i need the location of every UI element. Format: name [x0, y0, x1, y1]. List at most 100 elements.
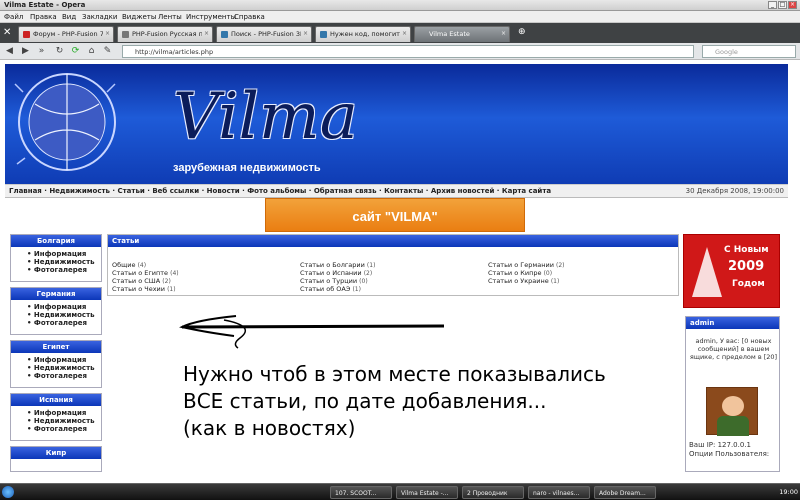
link-info[interactable]: Информация	[27, 303, 101, 311]
start-button[interactable]	[2, 486, 14, 498]
article-category[interactable]: Статьи о США (2)	[112, 277, 171, 285]
box-title[interactable]: Болгария	[11, 235, 101, 247]
link-gallery[interactable]: Фотогалерея	[27, 266, 101, 274]
menu-view[interactable]: Вид	[62, 13, 76, 21]
globe-logo-icon	[14, 73, 116, 171]
article-category[interactable]: Статьи о Испании (2)	[300, 269, 372, 277]
new-year-line1: С Новым	[724, 245, 769, 255]
annotation-line2: ВСЕ статьи, по дате добавления...	[183, 389, 547, 413]
christmas-tree-icon	[692, 247, 722, 297]
favicon-icon	[221, 31, 228, 38]
favicon-icon	[122, 31, 129, 38]
site-date: 30 Декабря 2008, 19:00:00	[685, 187, 784, 195]
menu-feeds[interactable]: Ленты	[158, 13, 182, 21]
link-realty[interactable]: Недвижимость	[27, 258, 101, 266]
article-category[interactable]: Статьи о Украине (1)	[488, 277, 559, 285]
menu-widgets[interactable]: Виджеты	[122, 13, 156, 21]
taskbar-item[interactable]: 2 Проводник	[462, 486, 524, 499]
address-bar: ◀ ▶ » ↻ ⟳ ⌂ ✎ http://vilma/articles.php …	[0, 43, 800, 60]
tools-icon[interactable]: ✕	[3, 27, 14, 38]
article-category[interactable]: Статьи о Турции (0)	[300, 277, 368, 285]
articles-title: Статьи	[108, 235, 678, 247]
article-category[interactable]: Статьи о Болгарии (1)	[300, 261, 375, 269]
site-banner: Vilma зарубежная недвижимость	[5, 64, 788, 184]
menu-bar: Файл Правка Вид Закладки Виджеты Ленты И…	[0, 11, 800, 23]
articles-panel: Статьи Общие (4) Статьи о Болгарии (1) С…	[107, 234, 679, 296]
url-field[interactable]: http://vilma/articles.php	[122, 45, 694, 58]
tab-search[interactable]: Поиск - PHP-Fusion 3F ... ×	[216, 26, 312, 42]
tab-vilma-estate[interactable]: Vilma Estate ×	[414, 26, 510, 42]
nav-links[interactable]: Главная · Недвижимость · Статьи · Веб сс…	[9, 187, 551, 195]
window-titlebar: Vilma Estate - Opera _ □ ×	[0, 0, 800, 11]
new-year-line2: 2009	[728, 259, 765, 274]
taskbar: 107. SCOOT... Vilma Estate -... 2 Провод…	[0, 483, 800, 500]
tab-label: Vilma Estate	[429, 30, 470, 38]
site-logo[interactable]: Vilma	[173, 80, 358, 154]
refresh-icon[interactable]: ⟳	[70, 46, 81, 57]
new-tab-icon[interactable]: ⊕	[518, 27, 529, 38]
user-greeting[interactable]: admin, У вас: [0 новых сообщений] в ваше…	[688, 337, 779, 361]
taskbar-clock: 19:00	[779, 488, 798, 496]
taskbar-item[interactable]: 107. SCOOT...	[330, 486, 392, 499]
link-gallery[interactable]: Фотогалерея	[27, 425, 101, 433]
taskbar-item[interactable]: naro - vilnaes...	[528, 486, 590, 499]
new-year-line3: Годом	[732, 279, 765, 289]
home-icon[interactable]: ⌂	[86, 46, 97, 57]
favicon-icon	[23, 31, 30, 38]
menu-file[interactable]: Файл	[4, 13, 23, 21]
close-tab-icon[interactable]: ×	[105, 30, 110, 37]
link-realty[interactable]: Недвижимость	[27, 417, 101, 425]
article-category[interactable]: Статьи об ОАЭ (1)	[300, 285, 361, 293]
article-category[interactable]: Статьи о Египте (4)	[112, 269, 179, 277]
link-info[interactable]: Информация	[27, 409, 101, 417]
article-category[interactable]: Статьи о Германии (2)	[488, 261, 565, 269]
forward-icon[interactable]: ▶	[20, 46, 31, 57]
close-tab-icon[interactable]: ×	[402, 30, 407, 37]
fast-forward-icon[interactable]: »	[36, 46, 47, 57]
link-gallery[interactable]: Фотогалерея	[27, 372, 101, 380]
menu-help[interactable]: Справка	[234, 13, 265, 21]
taskbar-item[interactable]: Vilma Estate -...	[396, 486, 458, 499]
search-field[interactable]: Google	[702, 45, 796, 58]
tab-phpfusion-ru[interactable]: PHP-Fusion Русская по... ×	[117, 26, 213, 42]
back-icon[interactable]: ◀	[4, 46, 15, 57]
box-title[interactable]: Кипр	[11, 447, 101, 459]
article-category[interactable]: Общие (4)	[112, 261, 146, 269]
tab-label: Нужен код, помогите -...	[330, 30, 400, 38]
menu-edit[interactable]: Правка	[30, 13, 57, 21]
link-info[interactable]: Информация	[27, 356, 101, 364]
box-spain: Испания Информация Недвижимость Фотогале…	[10, 393, 102, 441]
box-title[interactable]: Египет	[11, 341, 101, 353]
ad-banner[interactable]: сайт "VILMA"	[265, 198, 525, 232]
menu-tools[interactable]: Инструменты	[186, 13, 236, 21]
article-category[interactable]: Статьи о Кипре (0)	[488, 269, 552, 277]
user-options: Опции Пользователя:	[689, 450, 770, 458]
link-realty[interactable]: Недвижимость	[27, 364, 101, 372]
maximize-button[interactable]: □	[778, 1, 787, 9]
taskbar-item[interactable]: Adobe Dream...	[594, 486, 656, 499]
link-info[interactable]: Информация	[27, 250, 101, 258]
box-bulgaria: Болгария Информация Недвижимость Фотогал…	[10, 234, 102, 282]
annotation-line3: (как в новостях)	[183, 416, 356, 440]
close-tab-icon[interactable]: ×	[303, 30, 308, 37]
edit-icon[interactable]: ✎	[102, 46, 113, 57]
menu-bookmarks[interactable]: Закладки	[82, 13, 117, 21]
reload-icon[interactable]: ↻	[54, 46, 65, 57]
tab-need-code[interactable]: Нужен код, помогите -... ×	[315, 26, 411, 42]
tab-label: PHP-Fusion Русская по...	[132, 30, 202, 38]
box-egypt: Египет Информация Недвижимость Фотогалер…	[10, 340, 102, 388]
box-title[interactable]: Германия	[11, 288, 101, 300]
tab-forum[interactable]: Форум - PHP-Fusion 7 р... ×	[18, 26, 114, 42]
close-tab-icon[interactable]: ×	[204, 30, 209, 37]
close-button[interactable]: ×	[788, 1, 797, 9]
box-title[interactable]: Испания	[11, 394, 101, 406]
tab-label: Поиск - PHP-Fusion 3F ...	[231, 30, 301, 38]
minimize-button[interactable]: _	[768, 1, 777, 9]
avatar	[706, 387, 758, 436]
close-tab-icon[interactable]: ×	[501, 30, 506, 37]
article-category[interactable]: Статьи о Чехии (1)	[112, 285, 176, 293]
link-gallery[interactable]: Фотогалерея	[27, 319, 101, 327]
link-realty[interactable]: Недвижимость	[27, 311, 101, 319]
box-cyprus: Кипр	[10, 446, 102, 472]
window-title: Vilma Estate - Opera	[4, 1, 86, 9]
